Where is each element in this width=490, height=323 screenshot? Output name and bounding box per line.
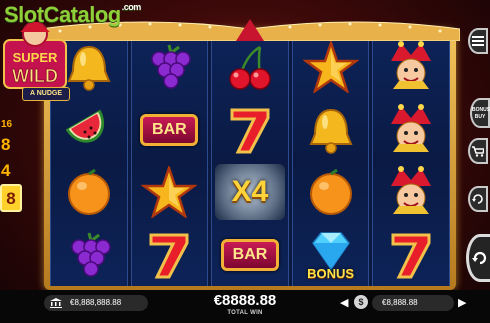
menu-button[interactable] xyxy=(468,28,488,54)
multiplier-item: 4 xyxy=(1,161,11,180)
orange-icon xyxy=(294,164,368,220)
jester-icon xyxy=(374,102,448,158)
basket-button[interactable] xyxy=(468,138,488,164)
bonus-buy-button[interactable]: BONUS BUY xyxy=(470,98,490,128)
x4-multiplier-symbol: X4 xyxy=(213,164,287,221)
svg-text:SUPER: SUPER xyxy=(13,50,58,65)
bet-value: €8,888.88 xyxy=(372,295,454,311)
reel-3: X4 BAR xyxy=(211,36,289,286)
multiplier-item: 16 xyxy=(1,119,13,130)
total-win-value: €8888.88 xyxy=(213,292,277,309)
spin-icon xyxy=(472,251,487,265)
bar-symbol: BAR xyxy=(132,102,206,158)
seven-icon xyxy=(374,227,448,283)
multiplier-item: 8 xyxy=(1,135,11,154)
nudge-badge: A NUDGE xyxy=(22,87,70,101)
reel-4: BONUS xyxy=(291,36,370,286)
jester-icon xyxy=(374,39,448,95)
bottom-bar: €8,888,888.88 €8888.88 TOTAL WIN ◀ $ €8,… xyxy=(0,290,490,323)
grapes-icon xyxy=(132,39,206,95)
seven-icon xyxy=(213,102,287,158)
star-icon xyxy=(132,164,206,220)
coin-icon: $ xyxy=(354,295,368,309)
star-icon xyxy=(294,39,368,95)
reel-grid: BAR X4 BAR BONUS xyxy=(50,36,450,286)
bet-decrease-icon[interactable]: ◀ xyxy=(340,295,348,311)
bank-icon xyxy=(50,298,62,308)
cherries-icon xyxy=(213,39,287,95)
grapes-icon xyxy=(52,227,126,283)
bell-icon xyxy=(294,102,368,158)
hamburger-icon xyxy=(472,36,484,46)
cart-icon xyxy=(472,145,484,157)
watermelon-icon xyxy=(52,102,126,158)
bet-increase-icon[interactable]: ▶ xyxy=(458,295,466,311)
total-win-label: TOTAL WIN xyxy=(227,310,263,316)
bar-symbol: BAR xyxy=(213,227,287,283)
bar-label: BAR xyxy=(220,238,279,271)
slotcatalog-watermark: SlotCatalog.com xyxy=(4,2,141,27)
autoplay-icon xyxy=(472,194,483,204)
jester-icon xyxy=(374,164,448,220)
multiplier-item-active: 8 xyxy=(0,184,22,212)
x4-label: X4 xyxy=(214,164,285,221)
autoplay-button[interactable] xyxy=(468,186,488,212)
svg-text:WILD: WILD xyxy=(12,66,58,86)
spin-button[interactable] xyxy=(466,234,490,282)
total-win-display: €8888.88 TOTAL WIN xyxy=(168,292,322,322)
multiplier-ladder: 16 8 4 8 xyxy=(0,118,22,212)
reel-2: BAR xyxy=(130,36,209,286)
reel-5 xyxy=(372,36,450,286)
bar-label: BAR xyxy=(140,113,199,146)
game-stage: SlotCatalog.com SUPER WILD A NUDGE 16 8 … xyxy=(0,0,490,323)
seven-icon xyxy=(132,227,206,283)
diamond-bonus-symbol: BONUS xyxy=(294,227,368,283)
orange-icon xyxy=(52,164,126,220)
bonus-label: BONUS xyxy=(307,265,355,281)
